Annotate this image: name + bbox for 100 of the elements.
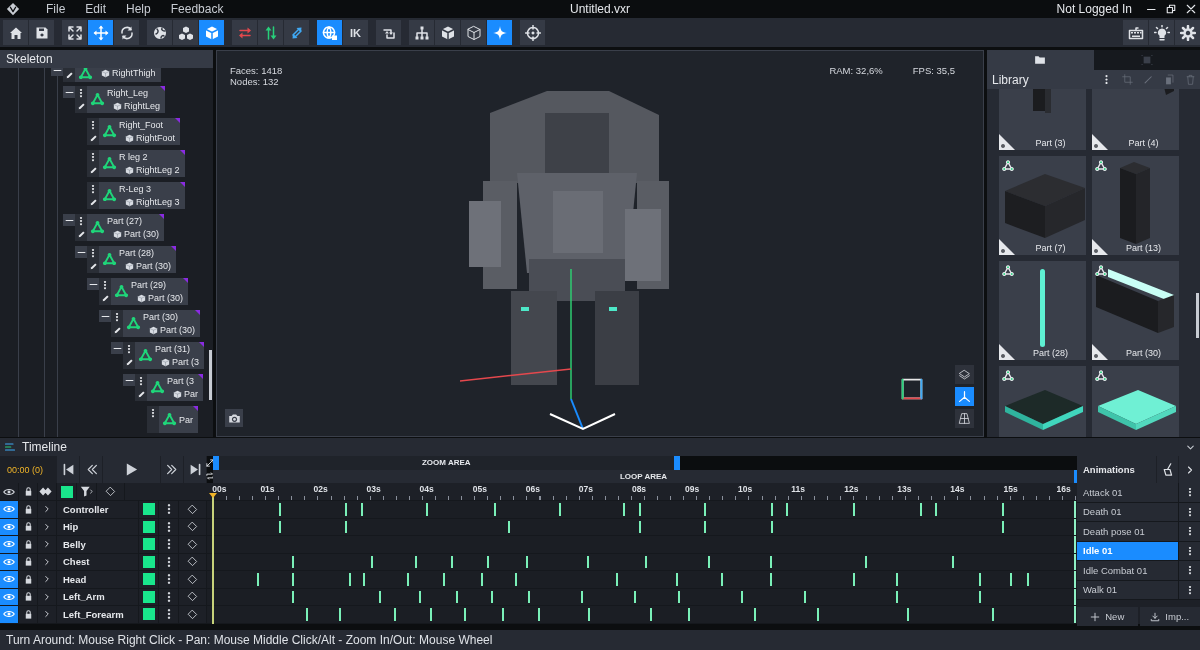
collapse-button[interactable]: [87, 278, 99, 290]
keyframe[interactable]: [292, 573, 295, 586]
keyframe[interactable]: [650, 608, 653, 621]
resize-button[interactable]: [207, 456, 213, 470]
keyframe[interactable]: [344, 503, 347, 516]
keyframe[interactable]: [1001, 520, 1004, 533]
keyframe[interactable]: [677, 590, 680, 603]
keyframe[interactable]: [558, 503, 561, 516]
keyframe[interactable]: [480, 573, 483, 586]
collapse-button[interactable]: [123, 374, 135, 386]
visibility-toggle[interactable]: [0, 606, 19, 623]
animation-item[interactable]: Attack 01: [1077, 483, 1178, 502]
keyframe[interactable]: [508, 520, 511, 533]
keyframe[interactable]: [538, 608, 541, 621]
last-frame-button[interactable]: [184, 456, 206, 483]
keyframe[interactable]: [379, 590, 382, 603]
layers-button[interactable]: [955, 365, 974, 384]
panel-tab[interactable]: [987, 50, 1094, 70]
axes-button[interactable]: [955, 387, 974, 406]
keyframe[interactable]: [645, 555, 648, 568]
keyframe[interactable]: [770, 520, 773, 533]
collapse-button[interactable]: [75, 246, 87, 258]
keyframe[interactable]: [786, 503, 789, 516]
keyframe[interactable]: [426, 503, 429, 516]
keyframe[interactable]: [393, 608, 396, 621]
keyframe[interactable]: [740, 590, 743, 603]
keyframe[interactable]: [615, 573, 618, 586]
bone-card[interactable]: Part (29) Part (30): [111, 278, 188, 305]
keyframe[interactable]: [588, 608, 591, 621]
hierarchy-button[interactable]: [409, 20, 434, 45]
color-swatch[interactable]: [142, 520, 155, 533]
keyframe[interactable]: [464, 608, 467, 621]
bone-card[interactable]: R-Leg 3 RightLeg 3: [99, 182, 185, 209]
rotatebox-button[interactable]: [376, 20, 401, 45]
account-link[interactable]: Not Logged In: [1056, 2, 1132, 16]
updown-button[interactable]: [258, 20, 283, 45]
play-button[interactable]: [103, 456, 161, 483]
part-tile[interactable]: Part (28): [999, 261, 1086, 360]
keyframe[interactable]: [979, 590, 982, 603]
keyframe[interactable]: [292, 590, 295, 603]
keyframe[interactable]: [704, 503, 707, 516]
keyframe[interactable]: [979, 573, 982, 586]
camera-button[interactable]: [225, 409, 243, 427]
color-swatch[interactable]: [142, 608, 155, 621]
previous-key-button[interactable]: [80, 456, 103, 483]
keyframe[interactable]: [515, 573, 518, 586]
color-swatch[interactable]: [142, 573, 155, 586]
color-swatch[interactable]: [142, 555, 155, 568]
bulb-button[interactable]: [1149, 20, 1174, 45]
keyframe[interactable]: [493, 503, 496, 516]
new-button[interactable]: New: [1077, 607, 1138, 626]
keyframe[interactable]: [305, 608, 308, 621]
color-swatch[interactable]: [60, 485, 73, 498]
keyframe[interactable]: [852, 503, 855, 516]
keyframe[interactable]: [418, 590, 421, 603]
cubeoutline-button[interactable]: [461, 20, 486, 45]
bone-card[interactable]: Part (28) Part (30): [99, 246, 176, 273]
color-swatch[interactable]: [142, 538, 155, 551]
keyframe[interactable]: [279, 503, 282, 516]
bone-card[interactable]: Part (3 Par: [147, 374, 203, 401]
part-tile[interactable]: [999, 366, 1086, 437]
bone-card[interactable]: Part (27) Part (30): [87, 214, 164, 241]
toggle-button[interactable]: IK: [343, 20, 368, 45]
bone-card[interactable]: RightThigh: [75, 68, 161, 82]
keyframe[interactable]: [753, 608, 756, 621]
collapse-button[interactable]: [63, 86, 75, 98]
keyframe[interactable]: [292, 555, 295, 568]
keyframe[interactable]: [362, 573, 365, 586]
keyframe[interactable]: [490, 590, 493, 603]
bone-card[interactable]: Right_Leg RightLeg: [87, 86, 166, 113]
part-tile[interactable]: Part (30): [1092, 261, 1179, 360]
keyframe[interactable]: [864, 555, 867, 568]
collapse-button[interactable]: [63, 214, 75, 226]
part-tile[interactable]: [1092, 366, 1179, 437]
keyframe[interactable]: [769, 555, 772, 568]
keyframe[interactable]: [1026, 573, 1029, 586]
keyframe[interactable]: [360, 503, 363, 516]
keyframe[interactable]: [952, 555, 955, 568]
keyframe[interactable]: [1010, 573, 1013, 586]
part-tile[interactable]: Part (7): [999, 156, 1086, 255]
keyframe[interactable]: [688, 608, 691, 621]
keyframe[interactable]: [256, 573, 259, 586]
keyframe[interactable]: [817, 608, 820, 621]
keyframe[interactable]: [1001, 503, 1004, 516]
keyframe[interactable]: [502, 608, 505, 621]
keyframe[interactable]: [622, 503, 625, 516]
swap-button[interactable]: [232, 20, 257, 45]
keyframe[interactable]: [486, 555, 489, 568]
collapse-button[interactable]: [99, 310, 111, 322]
sparkle-button[interactable]: [487, 20, 512, 45]
keyframe[interactable]: [906, 608, 909, 621]
menu-item[interactable]: Edit: [75, 0, 117, 18]
first-frame-button[interactable]: [57, 456, 80, 483]
swapdiag-button[interactable]: [284, 20, 309, 45]
keyboard-button[interactable]: [1123, 20, 1148, 45]
menu-item[interactable]: File: [36, 0, 76, 18]
keyframe[interactable]: [633, 590, 636, 603]
keyframe[interactable]: [935, 503, 938, 516]
bone-card[interactable]: Right_Foot RightFoot: [99, 118, 181, 145]
menu-button[interactable]: [1178, 522, 1200, 541]
